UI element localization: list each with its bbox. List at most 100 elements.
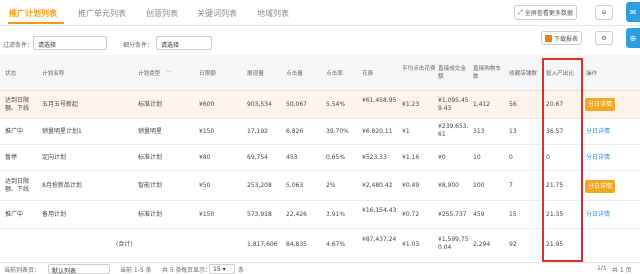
total-clicks: 84,835 [286,241,307,248]
cell-fav: 7 [509,182,513,189]
settings-button[interactable]: ⚙ [595,31,613,45]
filter-select-value: 请选择 [38,42,57,49]
minus-icon: ⊖ [601,9,607,16]
cell-impressions: 573,918 [247,211,272,218]
expand-icon: ⊕ [629,33,637,43]
side-action-button-top[interactable]: ✉ [626,2,640,22]
cell-cost: ¥61,458.95 [362,97,397,104]
cell-gmv: ¥8,900 [438,182,459,189]
sub-filter-select[interactable]: 请选择 [156,36,212,50]
cell-clicks: 22,426 [286,211,307,218]
total-cart: 2,294 [473,241,491,248]
chevron-down-icon[interactable]: ﹀ [166,70,172,78]
col-op: 操作 [586,71,598,77]
tab-region-list[interactable]: 地域列表 [257,8,289,19]
per-page-select[interactable]: 15 ▾ [209,264,235,274]
active-tab-indicator [8,22,64,24]
cell-budget[interactable]: ¥150 [199,128,214,136]
col-gmv[interactable]: 直接成交金额 [438,65,470,81]
cell-clicks: 453 [286,154,298,161]
cell-name[interactable]: 五月五号新起 [42,101,78,109]
col-impressions[interactable]: 展现量 [247,70,264,78]
total-pages: 共 1 页 [612,267,632,274]
cell-ctr: 5.54% [326,101,346,108]
cell-fav: 13 [509,128,517,135]
col-budget[interactable]: 日限额 [199,70,216,78]
cell-cpc: ¥0.72 [402,211,420,218]
expand-icon: ⤢ [518,8,523,16]
cell-cost: ¥6,820.11 [362,128,393,135]
rss-icon [545,34,552,42]
filter-select[interactable]: 请选择 [33,36,107,50]
tab-bar: 推广计划列表 推广单元列表 创意列表 关键词列表 地域列表 ⤢ 全屏查看更多数据… [0,0,640,26]
daily-detail-link[interactable]: 分日详情 [586,211,610,219]
fullscreen-button[interactable]: ⤢ 全屏查看更多数据 [514,5,577,20]
fullscreen-label: 全屏查看更多数据 [524,10,573,17]
cell-cost: ¥2,480.42 [362,182,393,189]
cell-status: 暂停 [5,154,18,161]
cell-cart: 1,412 [473,101,491,108]
total-label: (合计) [116,241,133,248]
cell-ctr: 2% [326,182,336,189]
col-cart[interactable]: 直接购物车数 [473,65,505,81]
cell-impressions: 17,192 [247,128,268,135]
cell-status: 达到日限额、下线 [5,97,30,112]
cell-fav: 0 [509,154,513,161]
cell-gmv: ¥239,653.61 [438,123,469,138]
cell-ctr: 3.91% [326,211,346,218]
cell-type: 智能计划 [138,182,163,189]
total-count-text: 共 5 条 [162,267,182,274]
col-clicks[interactable]: 点击量 [286,70,303,78]
cell-name[interactable]: 销量明星计划1 [42,128,82,136]
cell-impressions: 69,754 [247,154,268,161]
tab-unit-list[interactable]: 推广单元列表 [78,8,126,19]
total-impressions: 1,817,606 [247,241,278,248]
cell-type: 标准计划 [138,101,163,108]
roi-highlight-box [542,58,583,262]
cell-budget[interactable]: ¥80 [199,154,210,162]
cell-clicks: 5,063 [286,182,304,189]
view-label: 当前列表页： [4,267,41,274]
daily-detail-button[interactable]: 分日详情 [585,180,615,193]
col-ctr[interactable]: 点击率 [326,70,343,78]
col-status: 状态 [5,71,17,77]
cell-budget[interactable]: ¥50 [199,182,210,190]
range-text: 当前 1-5 条 [120,267,152,274]
cell-budget[interactable]: ¥150 [199,211,214,219]
cell-name[interactable]: 8月抢新品计划 [42,182,82,190]
cell-status: 推广中 [5,211,24,218]
gear-icon: ⚙ [601,34,607,42]
col-type[interactable]: 计划类型 [138,70,160,78]
cell-gmv: ¥0 [438,154,446,161]
cell-cost: ¥16,154.43 [362,207,397,214]
cell-status: 达到日限额、下线 [5,178,30,193]
cell-status: 推广中 [5,128,24,135]
cell-cost: ¥523.33 [362,154,387,161]
cell-name[interactable]: 定向计划 [42,154,66,162]
tab-creative-list[interactable]: 创意列表 [146,8,178,19]
cell-clicks: 50,067 [286,101,307,108]
tab-keyword-list[interactable]: 关键词列表 [197,8,237,19]
daily-detail-link[interactable]: 分日详情 [586,128,610,136]
daily-detail-link[interactable]: 分日详情 [586,154,610,162]
daily-detail-button[interactable]: 分日详情 [585,98,615,111]
view-select[interactable]: 默认列表 [48,264,110,274]
cell-ctr: 39.70% [326,128,349,135]
per-page-value: 15 [213,266,221,273]
col-fav[interactable]: 收藏店铺数 [509,70,537,78]
cell-impressions: 903,534 [247,101,272,108]
cell-impressions: 253,208 [247,182,272,189]
cell-budget[interactable]: ¥600 [199,101,214,109]
message-icon: ✉ [629,7,637,17]
cell-cpc: ¥1.23 [402,101,420,108]
tab-plan-list[interactable]: 推广计划列表 [9,8,57,19]
cell-name[interactable]: 备用计划 [42,211,66,219]
col-cpc[interactable]: 平均点击花费 [402,65,436,73]
cell-cart: 100 [473,182,485,189]
more-button[interactable]: ⊖ [595,5,613,20]
col-cost[interactable]: 花费 [362,70,373,78]
download-report-button[interactable]: 下载报表 [541,31,583,45]
cell-cart: 459 [473,211,485,218]
side-action-button-bottom[interactable]: ⊕ [626,28,640,48]
chevron-down-icon: ▾ [222,266,226,273]
